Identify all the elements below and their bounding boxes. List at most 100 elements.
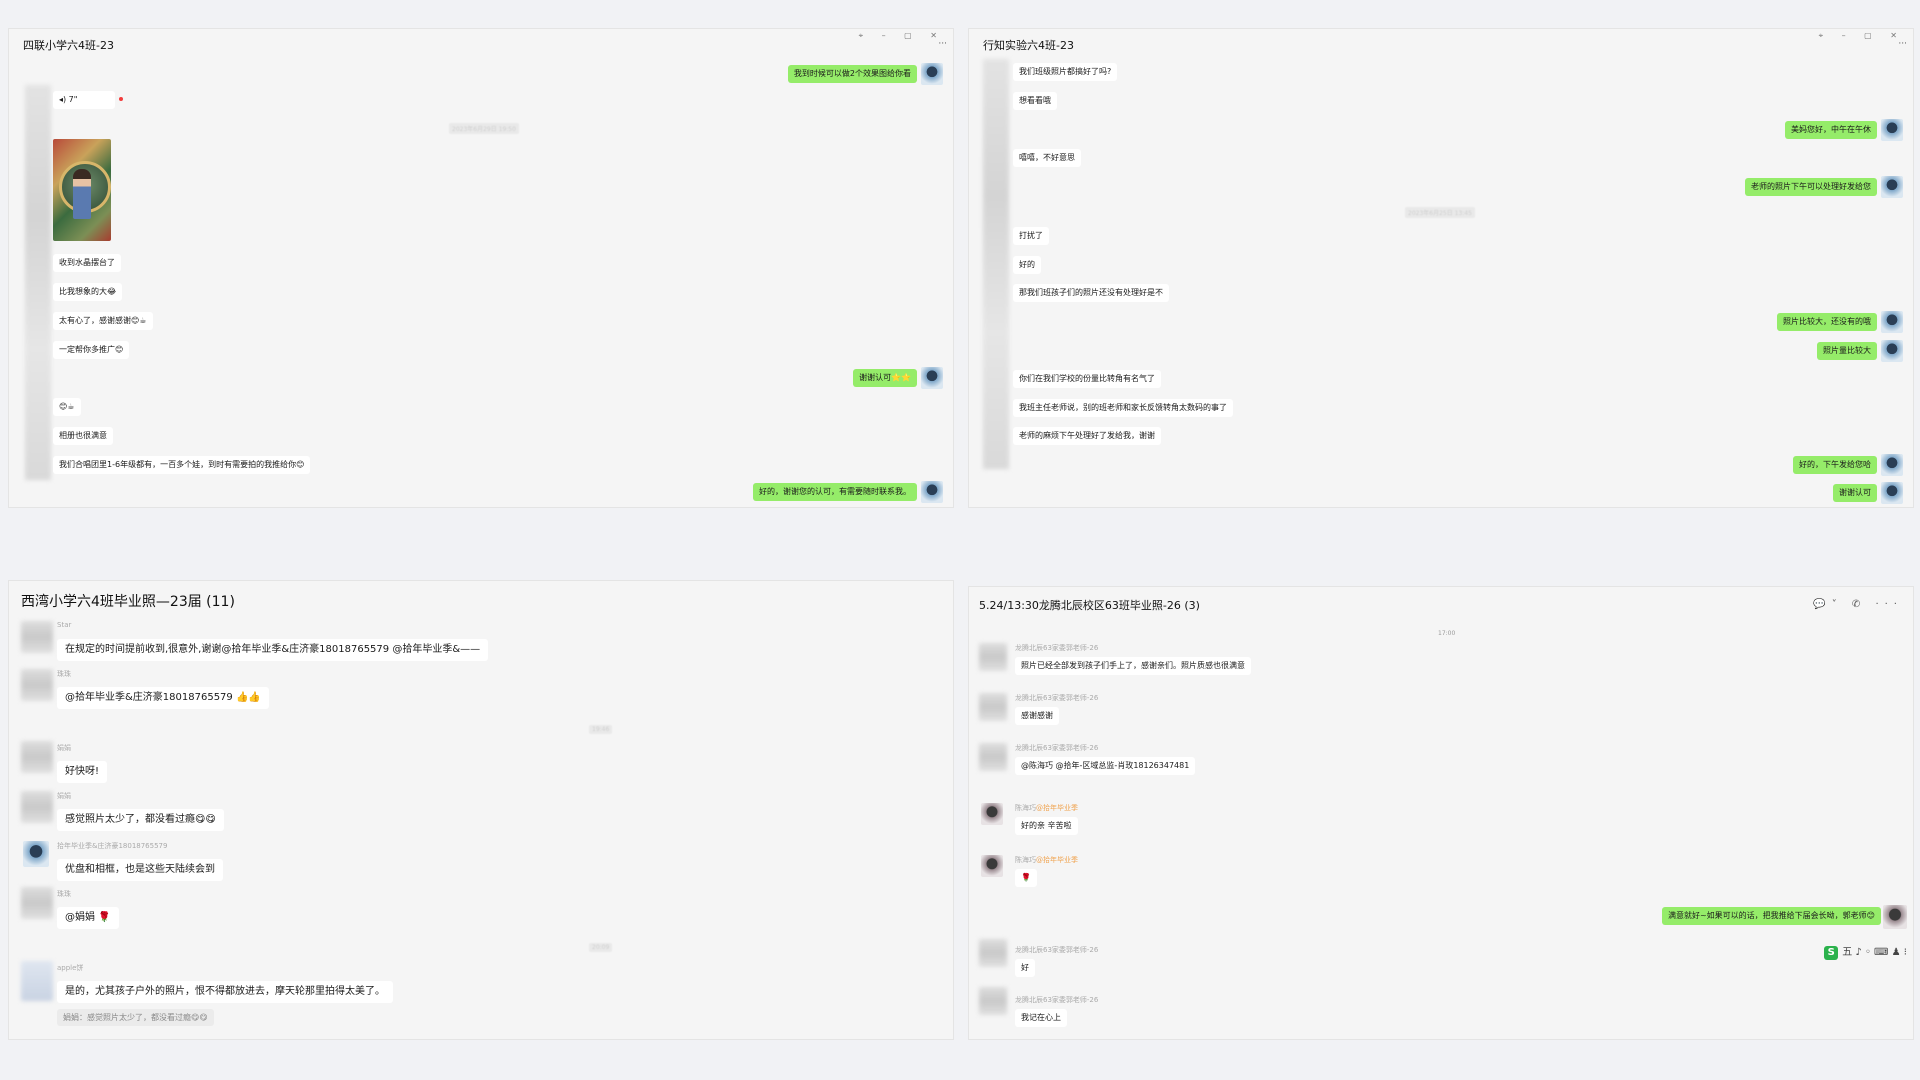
message-bubble[interactable]: 嘻嘻，不好意思 — [1013, 149, 1081, 167]
avatar[interactable] — [979, 987, 1007, 1015]
message-bubble[interactable]: 满意就好~如果可以的话，把我推给下届会长呦，郭老师😊 — [1661, 907, 1881, 925]
sender-name: Star — [57, 621, 72, 629]
my-avatar[interactable] — [921, 63, 943, 85]
timestamp: 2023年6月29日 19:50 — [449, 123, 519, 134]
sender-name: 龙腾北辰63家委郭老师-26 — [1015, 946, 1099, 954]
avatar[interactable] — [21, 961, 53, 1001]
message-bubble[interactable]: 照片比较大，还没有的哦 — [1777, 313, 1877, 331]
my-avatar[interactable] — [1881, 482, 1903, 504]
my-avatar[interactable] — [1881, 340, 1903, 362]
more-icon[interactable]: ··· — [938, 39, 947, 49]
message-bubble[interactable]: 你们在我们学校的份量比转角有名气了 — [1013, 370, 1161, 388]
message-bubble[interactable]: @娟娟 🌹 — [57, 907, 119, 929]
message-bubble[interactable]: 我到时候可以做2个效果图给你看 — [787, 65, 917, 83]
message-bubble[interactable]: 优盘和相框，也是这些天陆续会到 — [57, 859, 223, 881]
message-bubble[interactable]: 我记在心上 — [1015, 1009, 1067, 1027]
sender-name: 珠珠 — [57, 890, 71, 898]
message-bubble[interactable]: 🌹 — [1015, 869, 1037, 887]
message-bubble[interactable]: 在规定的时间提前收到,很意外,谢谢@拾年毕业季&庄济豪18018765579 @… — [57, 639, 489, 661]
message-bubble[interactable]: 好快呀! — [57, 761, 108, 783]
message-bubble[interactable]: 感谢感谢 — [1015, 707, 1059, 725]
chat-title: 5.24/13:30龙腾北辰校区63班毕业照-26 (3) — [979, 599, 1200, 612]
avatar[interactable] — [981, 855, 1003, 877]
timestamp: 17:00 — [1438, 630, 1456, 637]
sogou-ime-icon[interactable]: S — [1824, 946, 1839, 960]
sender-name: 珠珠 — [57, 670, 71, 678]
sender-tag: @拾年毕业季 — [1036, 804, 1078, 812]
message-bubble[interactable]: 相册也很满意 — [53, 427, 113, 445]
avatar[interactable] — [23, 841, 49, 867]
message-bubble[interactable]: 一定帮你多推广😊 — [53, 341, 130, 359]
avatar[interactable] — [979, 643, 1007, 671]
window-controls[interactable]: ⌖ – ▢ ✕ — [1819, 31, 1905, 41]
message-bubble[interactable]: 谢谢认可⭐⭐ — [853, 369, 917, 387]
avatar[interactable] — [21, 791, 53, 823]
chat-title: 四联小学六4班-23 — [23, 39, 114, 52]
message-bubble[interactable]: 我们合唱团里1-6年级都有，一百多个娃，到时有需要拍的我推给你😊 — [53, 456, 311, 474]
avatar[interactable] — [979, 693, 1007, 721]
message-bubble[interactable]: 好的，下午发给您哈 — [1793, 456, 1877, 474]
message-bubble[interactable]: 老师的照片下午可以处理好发给您 — [1745, 178, 1877, 196]
my-avatar[interactable] — [1881, 119, 1903, 141]
timestamp: 2023年6月25日 13:45 — [1405, 207, 1475, 218]
message-bubble[interactable]: 好 — [1015, 959, 1035, 977]
message-bubble[interactable]: 打扰了 — [1013, 227, 1049, 245]
blurred-avatar-column — [983, 59, 1009, 469]
sender-name-text: 陈海巧 — [1015, 856, 1036, 864]
my-avatar[interactable] — [1883, 905, 1907, 929]
sender-name: 龙腾北辰63家委郭老师-26 — [1015, 644, 1099, 652]
ime-toolbar[interactable]: S五 ♪ ◦ ⌨ ♟ ⁝ — [1824, 943, 1907, 960]
avatar[interactable] — [979, 939, 1007, 967]
ime-toolbar-buttons[interactable]: 五 ♪ ◦ ⌨ ♟ ⁝ — [1842, 947, 1907, 958]
avatar[interactable] — [21, 621, 53, 653]
message-bubble[interactable]: 是的，尤其孩子户外的照片，恨不得都放进去，摩天轮那里拍得太美了。 — [57, 981, 393, 1003]
photo-subject — [73, 169, 91, 219]
message-bubble[interactable]: 照片量比较大 — [1817, 342, 1877, 360]
message-bubble[interactable]: 好的，谢谢您的认可，有需要随时联系我。 — [753, 483, 917, 501]
header-icons[interactable]: 💬˅ ✆ ··· — [1813, 599, 1903, 610]
my-avatar[interactable] — [1881, 454, 1903, 476]
message-bubble[interactable]: 比我想象的大😂 — [53, 283, 123, 301]
avatar[interactable] — [21, 741, 53, 773]
message-bubble[interactable]: 美妈您好，中午在午休 — [1785, 121, 1877, 139]
message-bubble[interactable]: 想看看哦 — [1013, 92, 1057, 110]
sender-tag: @拾年毕业季 — [1036, 856, 1078, 864]
my-avatar[interactable] — [1881, 311, 1903, 333]
sender-name: 龙腾北辰63家委郭老师-26 — [1015, 694, 1099, 702]
my-avatar[interactable] — [921, 367, 943, 389]
message-bubble[interactable]: 那我们班孩子们的照片还没有处理好是不 — [1013, 284, 1169, 302]
photo-message[interactable] — [53, 139, 111, 241]
my-avatar[interactable] — [921, 481, 943, 503]
message-bubble[interactable]: 😊☕ — [53, 398, 81, 416]
sender-name-text: 陈海巧 — [1015, 804, 1036, 812]
message-bubble[interactable]: 感觉照片太少了，都没看过瘾😋😋 — [57, 809, 224, 831]
message-bubble[interactable]: 好的 — [1013, 256, 1041, 274]
message-bubble[interactable]: 照片已经全部发到孩子们手上了，感谢亲们。照片质感也很满意 — [1015, 657, 1251, 675]
sender-name: 娟娟 — [57, 744, 71, 752]
sender-name: apple饼 — [57, 964, 84, 972]
message-bubble[interactable]: 收到水晶摆台了 — [53, 254, 121, 272]
window-controls[interactable]: ⌖ – ▢ ✕ — [859, 31, 945, 41]
timestamp: 19:46 — [589, 725, 613, 734]
message-bubble[interactable]: @陈海巧 @拾年-区域总监-肖玫18126347481 — [1015, 757, 1196, 775]
message-bubble[interactable]: 我们班级照片都搞好了吗? — [1013, 63, 1118, 81]
avatar[interactable] — [981, 803, 1003, 825]
chat-window-4: 5.24/13:30龙腾北辰校区63班毕业照-26 (3) 💬˅ ✆ ··· 1… — [968, 586, 1914, 1040]
message-bubble[interactable]: 我班主任老师说，别的班老师和家长反馈转角太数码的事了 — [1013, 399, 1233, 417]
message-bubble[interactable]: 老师的麻烦下午处理好了发给我，谢谢 — [1013, 427, 1161, 445]
quoted-reply[interactable]: 娟娟：感觉照片太少了，都没看过瘾😋😋 — [57, 1009, 214, 1026]
chat-window-1: 四联小学六4班-23 ⌖ – ▢ ✕ ··· 我到时候可以做2个效果图给你看 ◂… — [8, 28, 954, 508]
chat-title: 西湾小学六4班毕业照—23届 (11) — [21, 594, 235, 610]
avatar[interactable] — [21, 669, 53, 701]
avatar[interactable] — [21, 887, 53, 919]
sender-name: 陈海巧@拾年毕业季 — [1015, 855, 1078, 865]
voice-message[interactable]: ◂) 7" — [53, 91, 115, 109]
message-bubble[interactable]: @拾年毕业季&庄济豪18018765579 👍👍 — [57, 687, 269, 709]
message-bubble[interactable]: 太有心了，感谢感谢😊☕ — [53, 312, 153, 330]
more-icon[interactable]: ··· — [1898, 39, 1907, 49]
sender-name: 陈海巧@拾年毕业季 — [1015, 803, 1078, 813]
avatar[interactable] — [979, 743, 1007, 771]
my-avatar[interactable] — [1881, 176, 1903, 198]
message-bubble[interactable]: 谢谢认可 — [1833, 484, 1877, 502]
message-bubble[interactable]: 好的亲 辛苦啦 — [1015, 817, 1078, 835]
